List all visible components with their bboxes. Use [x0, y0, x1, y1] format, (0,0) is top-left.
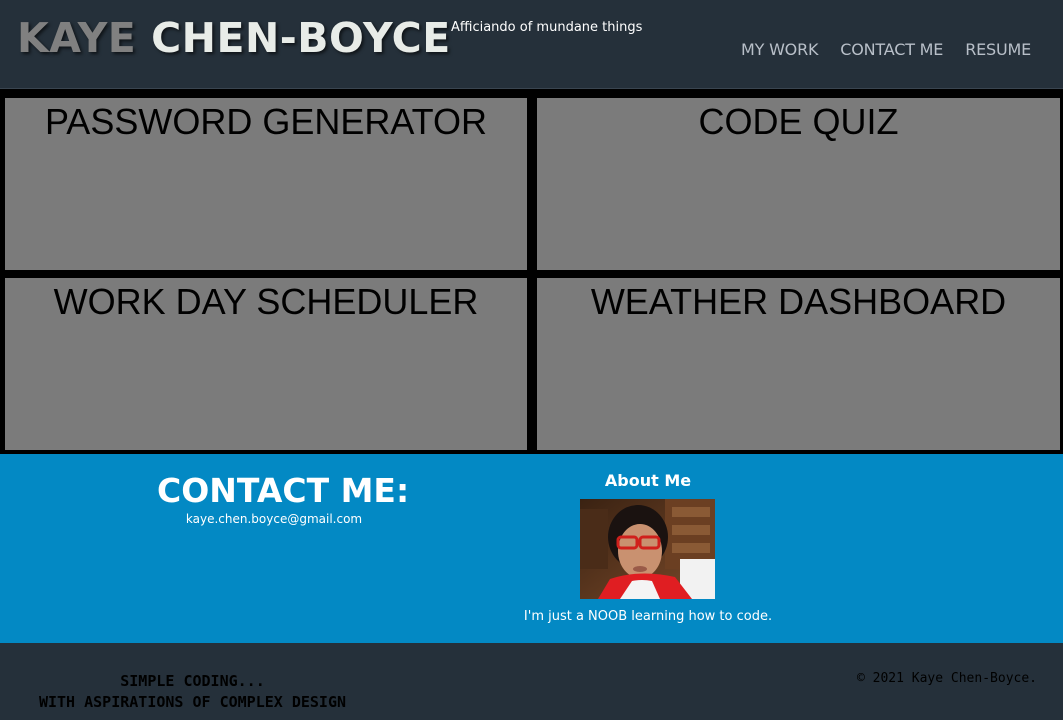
- site-tagline: Afficiando of mundane things: [451, 20, 643, 35]
- project-title: WORK DAY SCHEDULER: [53, 281, 479, 322]
- site-footer: SIMPLE CODING... WITH ASPIRATIONS OF COM…: [0, 643, 1063, 720]
- footer-copyright: © 2021 Kaye Chen-Boyce.: [856, 671, 1037, 686]
- contact-email-link[interactable]: kaye.chen.boyce@gmail.com: [0, 512, 548, 526]
- project-grid: PASSWORD GENERATOR CODE QUIZ WORK DAY SC…: [0, 94, 1063, 454]
- project-card-weather-dashboard[interactable]: WEATHER DASHBOARD: [537, 278, 1060, 450]
- footer-slogan-line-1: SIMPLE CODING...: [120, 672, 265, 690]
- project-card-work-day-scheduler[interactable]: WORK DAY SCHEDULER: [5, 278, 527, 450]
- main-nav: MY WORK CONTACT ME RESUME: [741, 40, 1031, 59]
- project-card-password-generator[interactable]: PASSWORD GENERATOR: [5, 98, 527, 270]
- nav-contact-me[interactable]: CONTACT ME: [840, 40, 943, 59]
- about-text: I'm just a NOOB learning how to code.: [523, 609, 773, 624]
- project-title: PASSWORD GENERATOR: [44, 101, 488, 142]
- site-header: KAYE CHEN-BOYCE Afficiando of mundane th…: [0, 0, 1063, 89]
- about-title: About Me: [604, 471, 692, 490]
- footer-slogan-line-2: WITH ASPIRATIONS OF COMPLEX DESIGN: [38, 693, 347, 711]
- brand-last-name: CHEN-BOYCE: [151, 14, 451, 62]
- brand-first-name: KAYE: [17, 14, 137, 62]
- profile-photo-image: [580, 499, 715, 599]
- site-brand[interactable]: KAYE CHEN-BOYCE: [17, 18, 451, 59]
- project-title: WEATHER DASHBOARD: [590, 281, 1007, 322]
- footer-slogan: SIMPLE CODING... WITH ASPIRATIONS OF COM…: [10, 671, 375, 713]
- contact-section: CONTACT ME: kaye.chen.boyce@gmail.com Ab…: [0, 454, 1063, 643]
- project-title: CODE QUIZ: [698, 101, 899, 142]
- contact-title: CONTACT ME:: [157, 471, 410, 510]
- page: KAYE CHEN-BOYCE Afficiando of mundane th…: [0, 0, 1063, 720]
- nav-my-work[interactable]: MY WORK: [741, 40, 818, 59]
- profile-photo: [580, 499, 715, 599]
- nav-resume[interactable]: RESUME: [965, 40, 1031, 59]
- project-card-code-quiz[interactable]: CODE QUIZ: [537, 98, 1060, 270]
